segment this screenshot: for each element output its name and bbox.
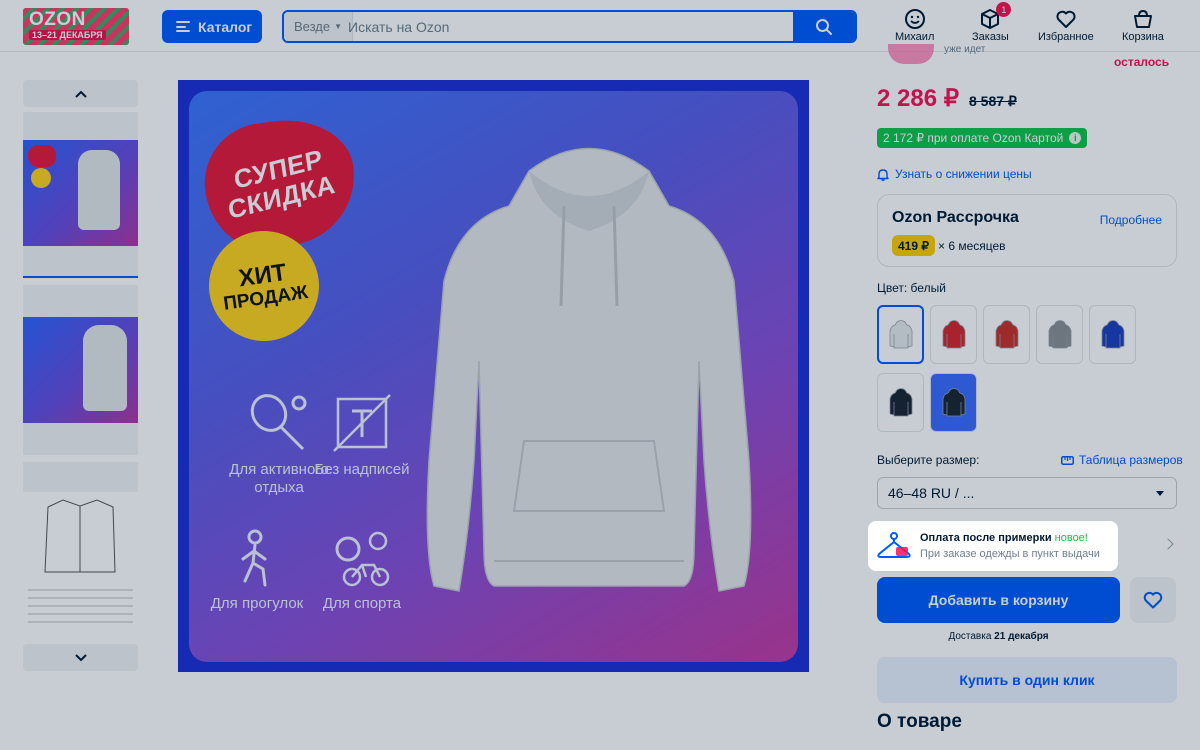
- hanger-icon: [877, 532, 911, 558]
- pay-after-fitting-card[interactable]: Оплата после примерки новое! При заказе …: [868, 521, 1118, 571]
- fitting-subtitle: При заказе одежды в пункт выдачи: [920, 548, 1100, 560]
- fitting-new-badge: новое!: [1054, 532, 1088, 544]
- fitting-title-text: Оплата после примерки: [920, 532, 1052, 544]
- dim-overlay[interactable]: [0, 0, 1200, 750]
- fitting-title: Оплата после примерки новое!: [920, 532, 1088, 544]
